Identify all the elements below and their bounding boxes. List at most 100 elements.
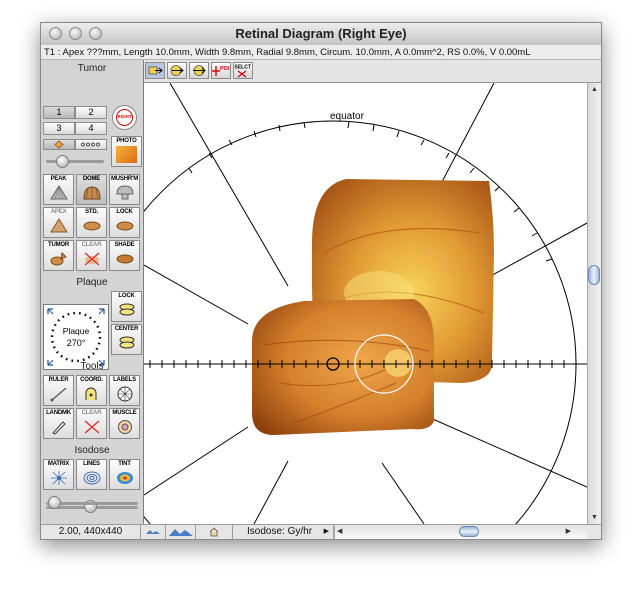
std-label: STD. <box>85 209 98 215</box>
tumor-size-slider-knob[interactable] <box>56 155 69 168</box>
muscle-label: MUSCLE <box>112 410 137 416</box>
labels-label: LABELS <box>113 377 136 383</box>
ruler-label: RULER <box>48 377 69 383</box>
tumor-label: TUMOR <box>48 242 69 248</box>
tumor-1-button[interactable]: 1 <box>43 106 75 119</box>
retinal-diagram-window: Retinal Diagram (Right Eye) T1 : Apex ??… <box>40 22 602 540</box>
right-badge-label: RIGHT <box>116 109 133 126</box>
horizontal-scroll-thumb[interactable] <box>459 526 479 537</box>
scroll-down-arrow-icon[interactable]: ▼ <box>588 511 601 524</box>
vertical-scroll-thumb[interactable] <box>588 265 600 285</box>
fundus-chart: equator <box>144 83 587 524</box>
lock-shape-button[interactable]: LOCK <box>109 207 140 238</box>
photo-button[interactable]: PHOTO <box>111 136 142 167</box>
tumor-3-button[interactable]: 3 <box>43 122 75 135</box>
tumor-shape-icon <box>50 251 67 266</box>
swap-tool-button[interactable] <box>189 62 209 79</box>
horizontal-scrollbar[interactable]: ◀ ▶ <box>334 526 587 539</box>
tint-icon <box>117 472 133 484</box>
coordinates-icon <box>85 387 97 400</box>
crosshair-icon: POI <box>212 66 230 76</box>
peak-shape-button[interactable]: PEAK <box>43 174 74 205</box>
tumor-4-button[interactable]: 4 <box>75 122 107 135</box>
plaque-lock-button[interactable]: LOCK <box>111 291 142 322</box>
shade-button[interactable]: SHADE <box>109 240 140 271</box>
clear-tools-label: CLEAR <box>81 410 102 416</box>
tumor-heading: Tumor <box>77 63 107 74</box>
tumor-2-button[interactable]: 2 <box>75 106 107 119</box>
isodose-lines-button[interactable]: LINES <box>76 459 107 490</box>
photo-label: PHOTO <box>116 138 137 144</box>
isodose-tint-button[interactable]: TINT <box>109 459 140 490</box>
dome-shape-icon <box>83 186 101 200</box>
multi-marker-button[interactable] <box>75 139 107 150</box>
tumor-shape-button[interactable]: TUMOR <box>43 240 74 271</box>
shade-icon <box>116 254 134 264</box>
isodose-heading: Isodose <box>74 445 110 456</box>
tumor-size-slider[interactable] <box>46 160 104 163</box>
plaque-lock-label: LOCK <box>118 293 135 299</box>
tool-palette: Tumor 1 2 3 4 RIGHT PHOTO PEAK DOME MUSH… <box>41 60 144 524</box>
lower-fundus-photo <box>252 299 434 435</box>
plaque-center-button[interactable]: CENTER <box>111 324 142 355</box>
clear-tools-icon <box>84 420 100 434</box>
isodose-slider-2-knob[interactable] <box>48 496 61 509</box>
clear-tools-button[interactable]: CLEAR <box>76 408 107 439</box>
rotate-tool-button[interactable] <box>167 62 187 79</box>
home-button[interactable] <box>196 525 233 539</box>
clear-tumor-button[interactable]: CLEAR <box>76 240 107 271</box>
zoom-in-button[interactable] <box>166 525 196 539</box>
coordinates-label: COORD. <box>80 377 103 383</box>
isodose-units-label: Isodose: Gy/hr <box>247 526 313 537</box>
home-icon <box>209 527 219 537</box>
title-bar[interactable]: Retinal Diagram (Right Eye) <box>41 23 601 46</box>
select-label: SELCT <box>235 65 251 71</box>
select-icon: SELCT <box>235 65 251 78</box>
plaque-heading: Plaque <box>76 277 108 288</box>
labels-button[interactable]: LABELS <box>109 375 140 406</box>
mushroom-shape-button[interactable]: MUSHR'M <box>109 174 140 205</box>
std-shape-icon <box>83 221 101 231</box>
plaque-center-icon <box>119 336 135 349</box>
matrix-icon <box>51 471 67 485</box>
lock-label: LOCK <box>116 209 133 215</box>
retinal-diagram-canvas[interactable]: equator <box>144 83 587 524</box>
window-title: Retinal Diagram (Right Eye) <box>235 26 407 41</box>
clear-tumor-label: CLEAR <box>81 242 102 248</box>
labels-icon <box>117 386 133 402</box>
vertical-scrollbar[interactable]: ▲ ▼ <box>587 83 601 524</box>
apex-shape-button[interactable]: APEX <box>43 207 74 238</box>
single-marker-button[interactable] <box>43 139 75 150</box>
ruler-icon <box>50 387 67 402</box>
lock-shape-icon <box>116 221 134 231</box>
right-eye-badge[interactable]: RIGHT <box>112 105 137 130</box>
ruler-button[interactable]: RULER <box>43 375 74 406</box>
arrow-icon <box>148 66 163 75</box>
swap-icon <box>193 65 206 76</box>
scroll-up-arrow-icon[interactable]: ▲ <box>588 83 601 96</box>
peak-label: PEAK <box>50 176 67 182</box>
mushroom-shape-icon <box>116 185 134 200</box>
isodose-matrix-button[interactable]: MATRIX <box>43 459 74 490</box>
std-shape-button[interactable]: STD. <box>76 207 107 238</box>
muscle-button[interactable]: MUSCLE <box>109 408 140 439</box>
landmark-button[interactable]: LANDMK <box>43 408 74 439</box>
select-tool-button[interactable]: SELCT <box>233 62 253 79</box>
plaque-angle-value: 270° <box>66 338 86 348</box>
plaque-lock-icon <box>119 303 135 316</box>
dome-shape-button[interactable]: DOME <box>76 174 107 205</box>
arrow-tool-button[interactable] <box>145 62 165 79</box>
plaque-dial-label: Plaque <box>62 326 90 336</box>
apex-label: APEX <box>50 209 67 215</box>
zoom-out-button[interactable] <box>141 525 166 539</box>
plaque-center-label: CENTER <box>114 326 139 332</box>
mushroom-label: MUSHR'M <box>110 176 139 182</box>
scroll-right-arrow-icon[interactable]: ▶ <box>566 526 571 538</box>
isodose-units-selector[interactable]: Isodose: Gy/hr ▶ <box>233 525 334 539</box>
fundus-photo-thumbnail <box>116 146 137 163</box>
landmark-icon <box>52 421 66 435</box>
poi-tool-button[interactable]: POI <box>211 62 231 79</box>
coordinates-button[interactable]: COORD. <box>76 375 107 406</box>
plaque-ring-icon <box>47 308 105 366</box>
scroll-left-arrow-icon[interactable]: ◀ <box>337 526 342 538</box>
